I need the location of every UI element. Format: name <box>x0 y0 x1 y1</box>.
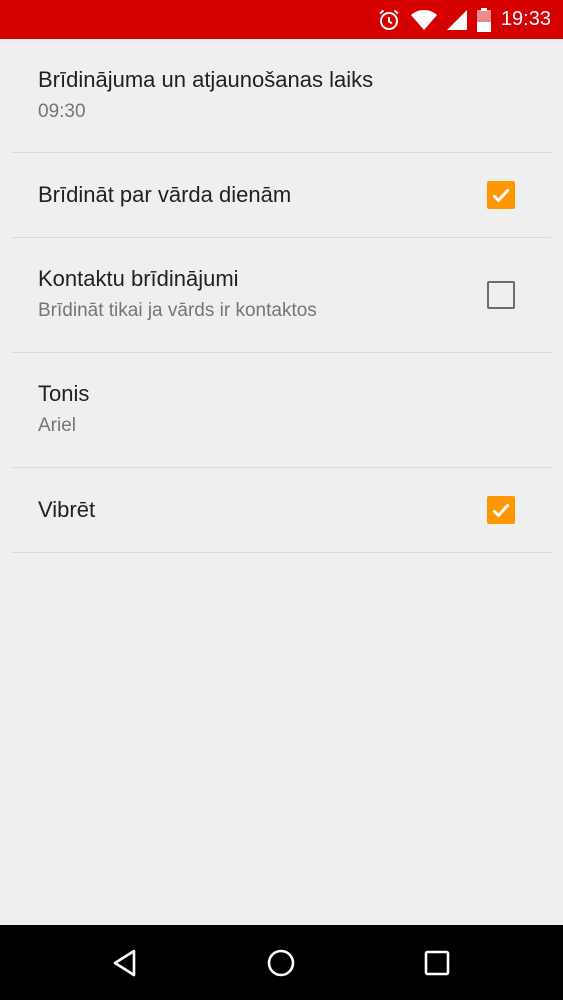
name-days-checkbox[interactable] <box>487 181 515 209</box>
vibrate-checkbox[interactable] <box>487 496 515 524</box>
pref-summary: 09:30 <box>38 100 86 122</box>
status-time: 19:33 <box>500 8 551 30</box>
alarm-icon <box>377 8 401 32</box>
pref-alert-time[interactable]: Brīdinājuma un atjaunošanas laiks 09:30 <box>12 39 551 153</box>
wifi-icon <box>410 9 437 30</box>
home-icon[interactable] <box>263 945 299 981</box>
pref-name-days[interactable]: Brīdināt par vārda dienām <box>12 153 551 238</box>
checkmark-icon <box>492 188 510 203</box>
pref-title: Tonis <box>38 381 90 406</box>
pref-title: Brīdinājuma un atjaunošanas laiks <box>38 66 374 92</box>
pref-contact-alerts[interactable]: Kontaktu brīdinājumi Brīdināt tikai ja v… <box>12 238 551 353</box>
pref-title: Vibrēt <box>38 497 96 522</box>
pref-summary: Ariel <box>38 415 77 436</box>
status-bar: 19:33 <box>0 0 563 39</box>
navigation-bar <box>0 925 563 1000</box>
signal-icon <box>446 9 467 30</box>
settings-list: Brīdinājuma un atjaunošanas laiks 09:30 … <box>0 39 563 553</box>
pref-summary: Brīdināt tikai ja vārds ir kontaktos <box>38 300 317 321</box>
recents-icon[interactable] <box>419 945 455 981</box>
pref-title: Brīdināt par vārda dienām <box>38 182 292 207</box>
pref-title: Kontaktu brīdinājumi <box>38 266 239 291</box>
back-icon[interactable] <box>107 945 143 981</box>
checkmark-icon <box>492 503 510 518</box>
pref-ringtone[interactable]: Tonis Ariel <box>12 353 551 468</box>
battery-icon <box>476 7 491 32</box>
pref-vibrate[interactable]: Vibrēt <box>12 468 551 553</box>
contact-alerts-checkbox[interactable] <box>487 281 515 309</box>
